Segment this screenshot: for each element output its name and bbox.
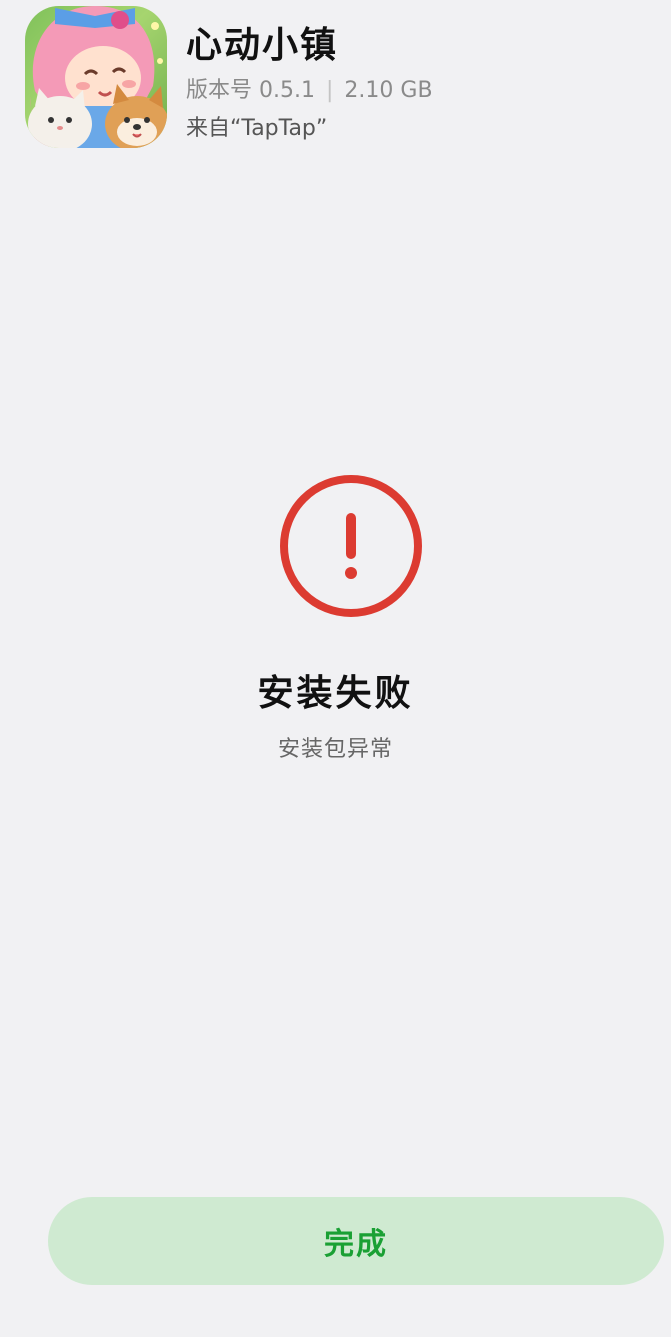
exclamation-circle-icon	[278, 473, 424, 619]
app-size: 2.10 GB	[344, 78, 433, 103]
version-label: 版本号	[186, 78, 253, 103]
app-source: 来自“TapTap”	[186, 116, 328, 141]
meta-separator: |	[326, 78, 334, 103]
app-name: 心动小镇	[186, 25, 339, 66]
done-button[interactable]: 完成	[48, 1197, 664, 1285]
status-message: 安装包异常	[277, 737, 393, 762]
version-value: 0.5.1	[259, 78, 315, 103]
app-icon-artwork	[28, 6, 167, 148]
app-meta: 版本号 0.5.1 | 2.10 GB	[186, 72, 433, 104]
status-title: 安装失败	[257, 673, 414, 714]
app-header: 心动小镇 版本号 0.5.1 | 2.10 GB 来自“TapTap”	[25, 6, 645, 148]
app-icon	[25, 6, 167, 148]
